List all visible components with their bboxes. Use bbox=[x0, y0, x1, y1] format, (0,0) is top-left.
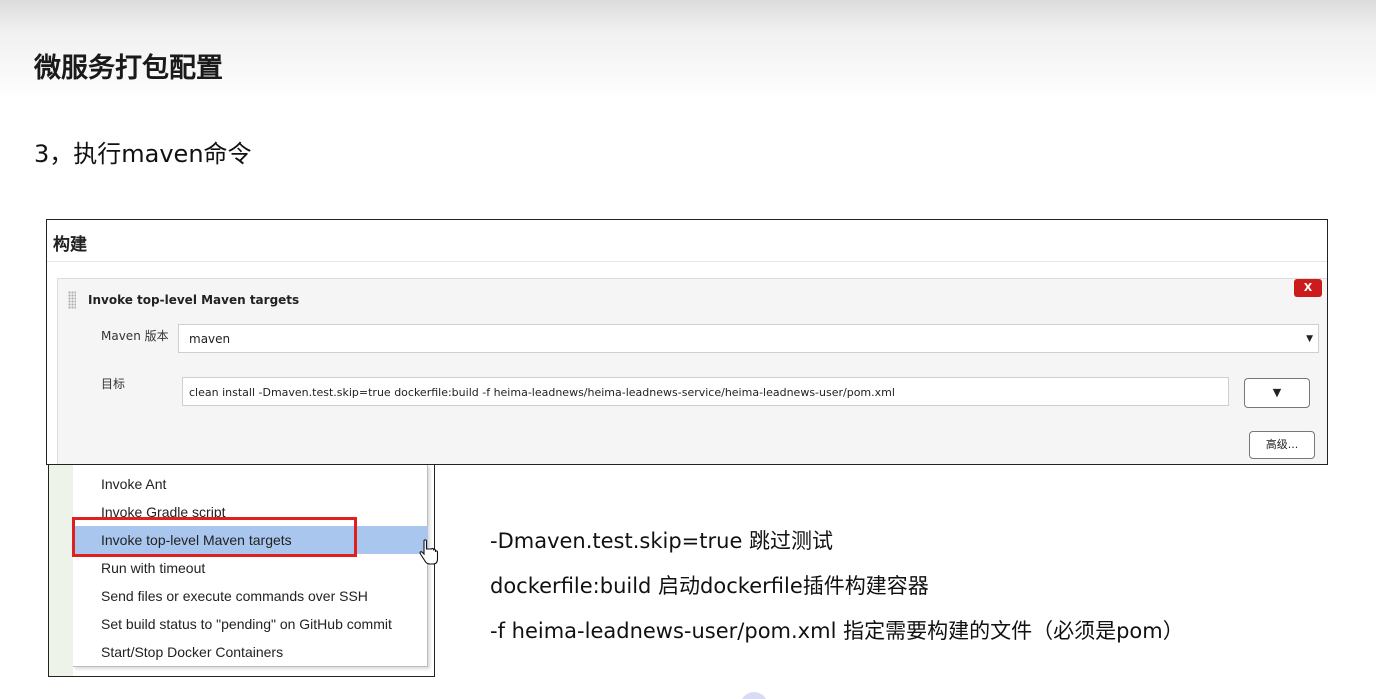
slide-nav-indicator[interactable] bbox=[740, 692, 768, 699]
add-build-step-menu-screenshot: Invoke Ant Invoke Gradle script Invoke t… bbox=[48, 465, 439, 677]
hand-pointer-icon bbox=[419, 539, 439, 565]
delete-step-button[interactable]: X bbox=[1294, 279, 1322, 297]
expand-goals-button[interactable]: ▼ bbox=[1244, 378, 1310, 408]
drag-handle-icon[interactable] bbox=[68, 291, 76, 309]
header-divider bbox=[47, 261, 1327, 262]
menu-item-invoke-gradle[interactable]: Invoke Gradle script bbox=[73, 498, 428, 526]
goals-label: 目标 bbox=[101, 377, 126, 391]
maven-version-value: maven bbox=[189, 332, 231, 346]
menu-item-send-over-ssh[interactable]: Send files or execute commands over SSH bbox=[73, 582, 428, 610]
build-section-header: 构建 bbox=[53, 235, 87, 255]
chevron-down-icon: ▼ bbox=[1306, 334, 1313, 344]
menu-item-docker-containers[interactable]: Start/Stop Docker Containers bbox=[73, 638, 428, 666]
advanced-button[interactable]: 高级... bbox=[1249, 431, 1315, 459]
build-step-maven: Invoke top-level Maven targets X Maven 版… bbox=[57, 278, 1327, 464]
menu-item-run-with-timeout[interactable]: Run with timeout bbox=[73, 554, 428, 582]
explanation-pom-file: -f heima-leadnews-user/pom.xml 指定需要构建的文件… bbox=[490, 619, 1184, 643]
step-heading: 3，执行maven命令 bbox=[34, 140, 252, 168]
maven-version-select[interactable]: maven ▼ bbox=[178, 324, 1319, 353]
build-panel: 构建 Invoke top-level Maven targets X Mave… bbox=[46, 219, 1328, 465]
goals-input[interactable]: clean install -Dmaven.test.skip=true doc… bbox=[182, 377, 1229, 406]
menu-item-invoke-ant[interactable]: Invoke Ant bbox=[73, 470, 428, 498]
menu-gutter bbox=[49, 465, 73, 676]
maven-version-label: Maven 版本 bbox=[101, 329, 169, 343]
menu-item-set-github-status[interactable]: Set build status to "pending" on GitHub … bbox=[73, 610, 428, 638]
explanation-skip-tests: -Dmaven.test.skip=true 跳过测试 bbox=[490, 529, 834, 553]
slide-title: 微服务打包配置 bbox=[34, 53, 223, 84]
add-build-step-menu: Invoke Ant Invoke Gradle script Invoke t… bbox=[73, 465, 428, 667]
explanation-dockerfile-build: dockerfile:build 启动dockerfile插件构建容器 bbox=[490, 574, 929, 598]
build-step-title: Invoke top-level Maven targets bbox=[88, 293, 300, 307]
menu-item-invoke-maven[interactable]: Invoke top-level Maven targets bbox=[73, 526, 428, 554]
